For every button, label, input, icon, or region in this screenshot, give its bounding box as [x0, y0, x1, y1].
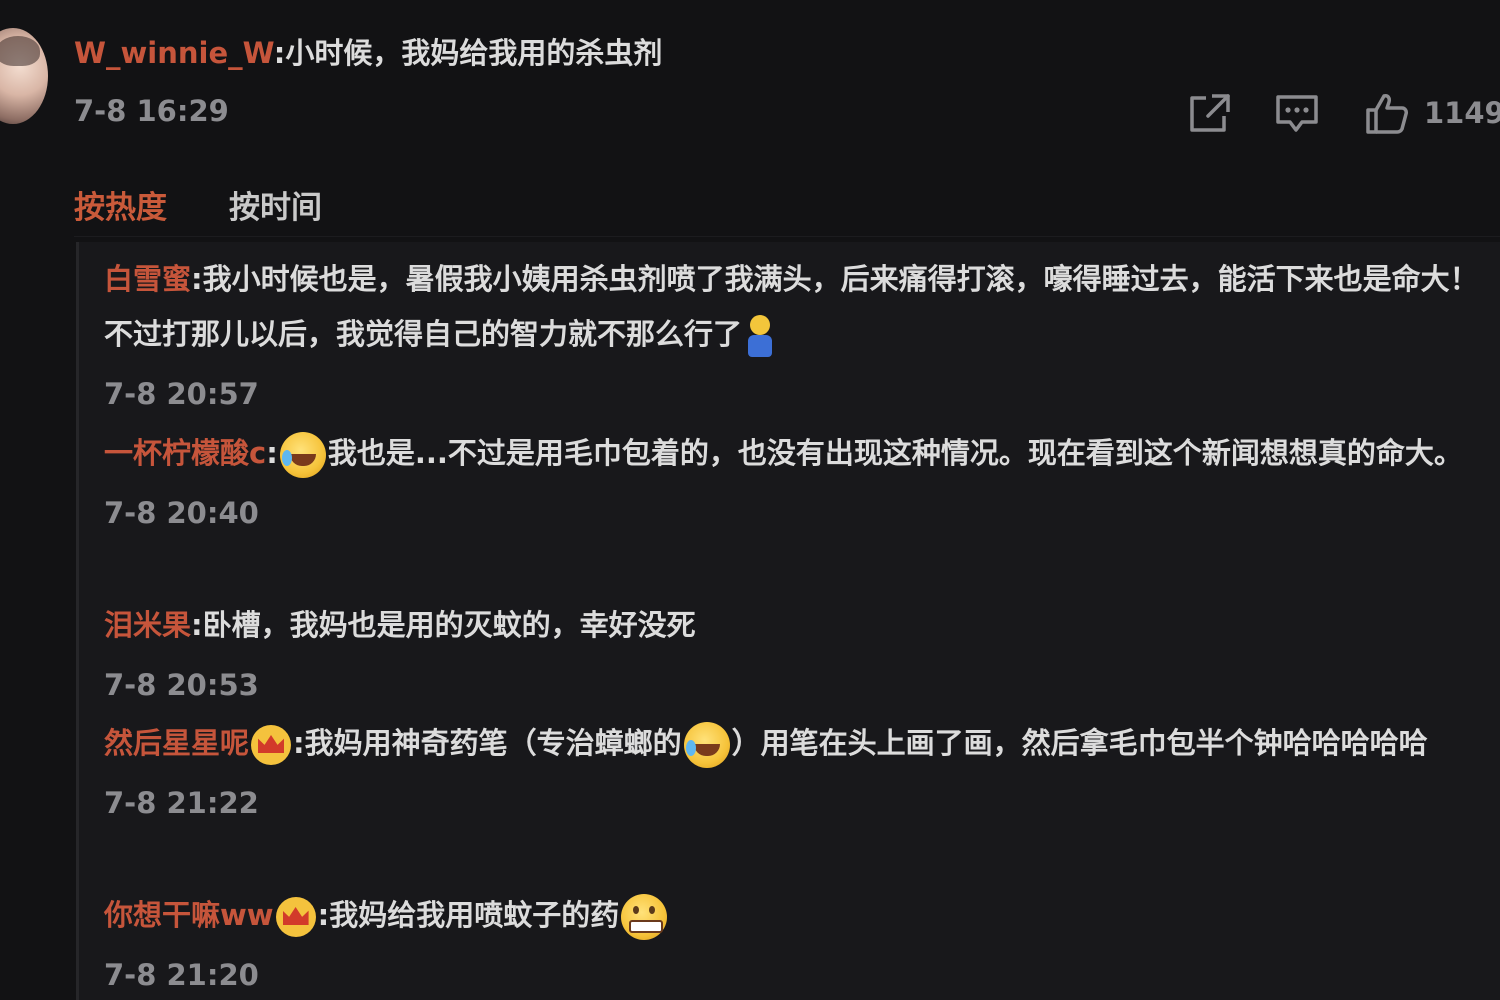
- main-comment-username[interactable]: W_winnie_W: [74, 36, 274, 70]
- share-icon[interactable]: [1186, 92, 1232, 134]
- reply-content: 一杯柠檬酸c: 我也是...不过是用毛巾包着的，也没有出现这种情况。现在看到这个新…: [104, 426, 1484, 481]
- reply-content: 然后星星呢 :我妈用神奇药笔（专治蟑螂的 ）用笔在头上画了画，然后拿毛巾包半个钟哈哈…: [104, 716, 1484, 771]
- main-comment-time: 7-8 16:29: [74, 94, 229, 128]
- comment-page: W_winnie_W:小时候，我妈给我用的杀虫剂 7-8 16:29 1149 …: [0, 0, 1500, 1000]
- tiny-man-emoji-icon: [744, 313, 776, 359]
- thumbs-up-icon[interactable]: [1364, 92, 1410, 136]
- grimace-emoji-icon: [621, 894, 668, 940]
- reply-time: 7-8 20:57: [104, 377, 259, 411]
- divider: [74, 236, 1500, 237]
- reply-time: 7-8 20:40: [104, 496, 259, 530]
- comment-icon[interactable]: [1274, 92, 1320, 134]
- reply-text-prefix: :我妈用神奇药笔（专治蟑螂的: [293, 726, 682, 760]
- reply-username[interactable]: 泪米果: [104, 608, 191, 642]
- reply-time: 7-8 20:53: [104, 668, 259, 702]
- reply-text: :我小时候也是，暑假我小姨用杀虫剂喷了我满头，后来痛得打滚，嚎得睡过去，能活下来…: [104, 262, 1479, 351]
- reply-item: 你想干嘛ww :我妈给我用喷蚊子的药 7-8 21:20: [104, 888, 1484, 995]
- reply-text: :卧槽，我妈也是用的灭蚊的，幸好没死: [191, 608, 696, 642]
- laughing-tears-emoji-icon: [279, 432, 326, 478]
- replies-panel: 白雪蜜:我小时候也是，暑假我小姨用杀虫剂喷了我满头，后来痛得打滚，嚎得睡过去，能…: [76, 242, 1500, 1000]
- reply-username[interactable]: 一杯柠檬酸c: [104, 436, 266, 470]
- reply-text-prefix: :: [266, 436, 278, 470]
- reply-time: 7-8 21:20: [104, 958, 259, 992]
- comment-actions: 1149: [1186, 92, 1500, 136]
- reply-item: 泪米果:卧槽，我妈也是用的灭蚊的，幸好没死 7-8 20:53: [104, 598, 1484, 705]
- reply-text: :我妈给我用喷蚊子的药: [317, 898, 620, 932]
- crown-badge-icon: [251, 725, 292, 765]
- reply-text: 我也是...不过是用毛巾包着的，也没有出现这种情况。现在看到这个新闻想想真的命大…: [327, 436, 1463, 470]
- reply-content: 你想干嘛ww :我妈给我用喷蚊子的药: [104, 888, 1484, 943]
- reply-item: 一杯柠檬酸c: 我也是...不过是用毛巾包着的，也没有出现这种情况。现在看到这个新…: [104, 426, 1484, 533]
- tab-sort-by-time[interactable]: 按时间: [229, 182, 322, 227]
- user-avatar[interactable]: [0, 28, 48, 124]
- main-comment-text: 小时候，我妈给我用的杀虫剂: [285, 36, 663, 70]
- like-count: 1149: [1424, 96, 1500, 130]
- reply-username[interactable]: 你想干嘛ww: [104, 898, 274, 932]
- reply-item: 白雪蜜:我小时候也是，暑假我小姨用杀虫剂喷了我满头，后来痛得打滚，嚎得睡过去，能…: [104, 252, 1484, 414]
- tab-sort-by-hot[interactable]: 按热度: [74, 182, 167, 227]
- reply-item: 然后星星呢 :我妈用神奇药笔（专治蟑螂的 ）用笔在头上画了画，然后拿毛巾包半个钟哈哈…: [104, 716, 1484, 823]
- reply-text: ）用笔在头上画了画，然后拿毛巾包半个钟哈哈哈哈哈: [731, 726, 1428, 760]
- laughing-tears-emoji-icon: [683, 722, 730, 768]
- reply-content: 泪米果:卧槽，我妈也是用的灭蚊的，幸好没死: [104, 598, 1484, 653]
- reply-username[interactable]: 白雪蜜: [104, 262, 191, 296]
- main-comment-separator: :: [273, 36, 286, 70]
- crown-badge-icon: [275, 897, 316, 937]
- main-comment: W_winnie_W:小时候，我妈给我用的杀虫剂: [74, 30, 662, 72]
- reply-username[interactable]: 然后星星呢: [104, 726, 249, 760]
- reply-content: 白雪蜜:我小时候也是，暑假我小姨用杀虫剂喷了我满头，后来痛得打滚，嚎得睡过去，能…: [104, 252, 1484, 362]
- reply-time: 7-8 21:22: [104, 786, 259, 820]
